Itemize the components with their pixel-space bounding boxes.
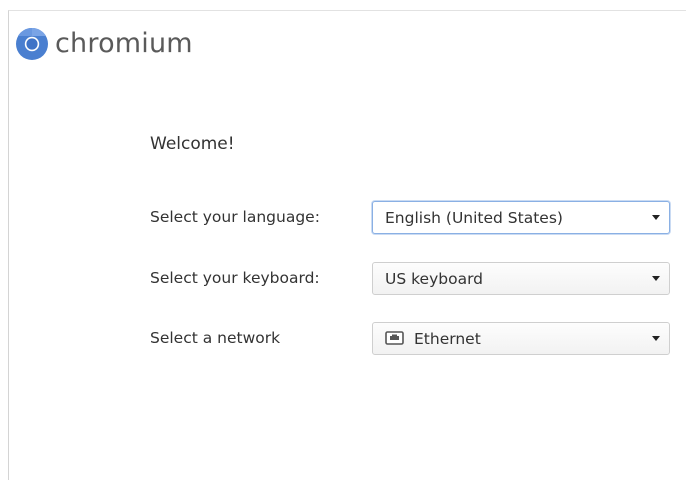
keyboard-select-value: US keyboard [385, 269, 484, 288]
chevron-down-icon [652, 276, 660, 281]
chromium-logo: chromium [15, 27, 193, 61]
keyboard-label: Select your keyboard: [150, 269, 320, 287]
language-label: Select your language: [150, 208, 320, 226]
chromium-logo-icon [16, 27, 48, 60]
network-select-value: Ethernet [414, 329, 481, 348]
network-select[interactable]: Ethernet [372, 322, 670, 355]
chevron-down-icon [652, 215, 660, 220]
welcome-title: Welcome! [150, 134, 235, 154]
language-select[interactable]: English (United States) [372, 201, 670, 234]
chevron-down-icon [652, 336, 660, 341]
brand-name: chromium [55, 28, 193, 59]
network-label: Select a network [150, 329, 281, 347]
oobe-window [8, 10, 686, 480]
language-select-value: English (United States) [385, 208, 563, 227]
ethernet-icon [385, 331, 404, 345]
keyboard-select[interactable]: US keyboard [372, 262, 670, 295]
